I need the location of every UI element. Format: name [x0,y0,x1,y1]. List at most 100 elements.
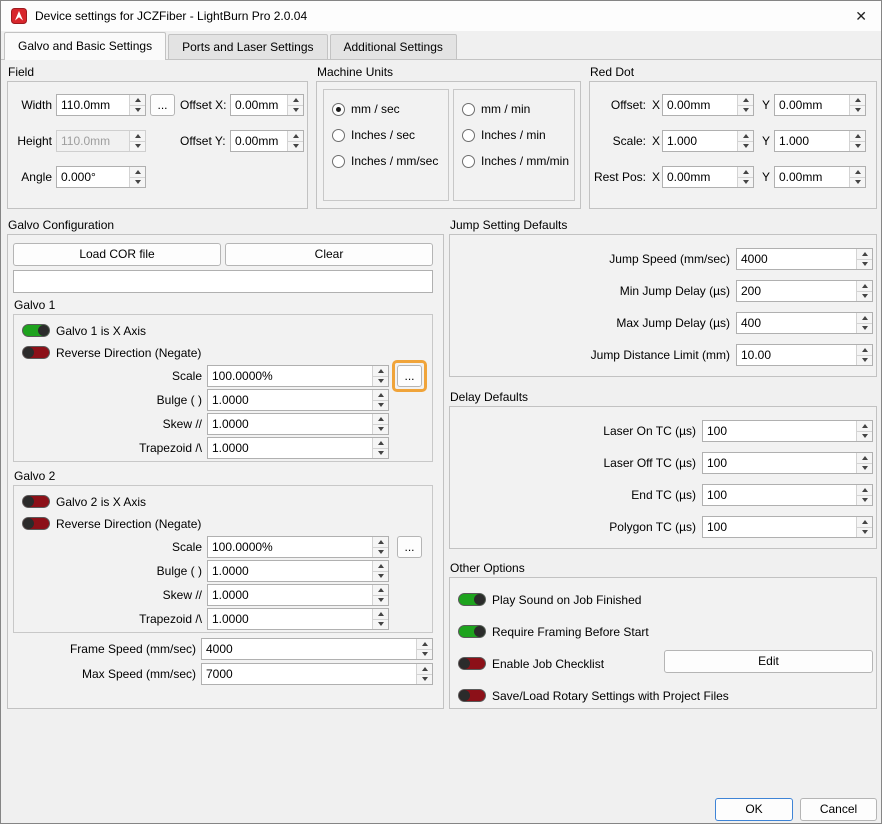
galvo1-title: Galvo 1 [14,297,55,313]
spinner-buttons[interactable] [856,249,872,269]
spinner-buttons[interactable] [856,517,872,537]
spinner-buttons[interactable] [287,131,303,151]
spinner-buttons[interactable] [856,421,872,441]
galvo2-reverse-toggle[interactable] [22,517,50,530]
tab-ports-laser[interactable]: Ports and Laser Settings [168,34,327,59]
spinner-buttons[interactable] [372,366,388,386]
spinner-buttons[interactable] [416,639,432,659]
spinner-buttons[interactable] [737,167,753,187]
max-jump-delay-spinbox[interactable]: 400 [736,312,873,334]
cancel-button[interactable]: Cancel [800,798,877,821]
reddot-offset-x-spinbox[interactable]: 0.00mm [662,94,754,116]
galvo1-trapezoid-spinbox[interactable]: 1.0000 [207,437,389,459]
galvo2-title: Galvo 2 [14,468,55,484]
spinner-buttons[interactable] [737,131,753,151]
galvo2-scale-spinbox[interactable]: 100.0000% [207,536,389,558]
spinner-buttons[interactable] [372,537,388,557]
reddot-scale-y-spinbox[interactable]: 1.000 [774,130,866,152]
spinner-buttons[interactable] [372,414,388,434]
spinner-buttons[interactable] [372,609,388,629]
field-offset-x-spinbox[interactable]: 0.00mm [230,94,304,116]
galvo1-bulge-spinbox[interactable]: 1.0000 [207,389,389,411]
machine-units-title: Machine Units [316,64,581,80]
laser-on-tc-spinbox[interactable]: 100 [702,420,873,442]
spinner-buttons[interactable] [416,664,432,684]
field-group-title: Field [7,64,308,80]
spinner-buttons[interactable] [372,585,388,605]
galvo2-trapezoid-label: Trapezoid /\ [74,608,202,630]
offset-y-label: Offset Y: [180,130,226,152]
galvo1-scale-spinbox[interactable]: 100.0000% [207,365,389,387]
field-offset-y-spinbox[interactable]: 0.00mm [230,130,304,152]
clear-cor-button[interactable]: Clear [225,243,433,266]
spinner-buttons[interactable] [856,485,872,505]
radio-mm-sec[interactable]: mm / sec [332,101,400,117]
field-width-spinbox[interactable]: 110.0mm [56,94,146,116]
galvo1-reverse-label: Reverse Direction (Negate) [56,342,201,364]
spinner-buttons[interactable] [372,438,388,458]
units-panel-min: mm / min Inches / min Inches / mm/min [453,89,575,201]
spinner-buttons[interactable] [737,95,753,115]
reddot-scale-x-value: 1.000 [663,131,737,151]
cor-path-input[interactable] [13,270,433,293]
spinner-buttons[interactable] [856,453,872,473]
reddot-restpos-y-value: 0.00mm [775,167,849,187]
require-framing-toggle[interactable] [458,625,486,638]
tab-galvo-basic[interactable]: Galvo and Basic Settings [4,32,166,60]
close-icon[interactable]: ✕ [851,8,871,25]
spinner-buttons[interactable] [856,281,872,301]
spinner-buttons[interactable] [129,95,145,115]
jump-distance-limit-spinbox[interactable]: 10.00 [736,344,873,366]
radio-inches-min[interactable]: Inches / min [462,127,546,143]
jump-defaults-box: Jump Speed (mm/sec) 4000 Min Jump Delay … [449,234,877,377]
play-sound-toggle[interactable] [458,593,486,606]
polygon-tc-spinbox[interactable]: 100 [702,516,873,538]
galvo1-reverse-toggle[interactable] [22,346,50,359]
galvo2-skew-spinbox[interactable]: 1.0000 [207,584,389,606]
reddot-restpos-y-spinbox[interactable]: 0.00mm [774,166,866,188]
radio-inches-mm-sec[interactable]: Inches / mm/sec [332,153,438,169]
galvo2-x-axis-toggle[interactable] [22,495,50,508]
min-jump-delay-spinbox[interactable]: 200 [736,280,873,302]
galvo1-skew-spinbox[interactable]: 1.0000 [207,413,389,435]
edit-checklist-button[interactable]: Edit [664,650,873,673]
field-offset-x-value: 0.00mm [231,95,287,115]
galvo2-trapezoid-spinbox[interactable]: 1.0000 [207,608,389,630]
spinner-buttons[interactable] [372,561,388,581]
galvo2-scale-browse-button[interactable]: ... [397,536,422,558]
delay-defaults-group: Delay Defaults Laser On TC (µs) 100 Lase… [449,389,877,549]
spinner-buttons[interactable] [849,131,865,151]
field-group: Field Width 110.0mm ... Offset X: 0.00mm… [7,64,308,209]
tab-additional[interactable]: Additional Settings [330,34,457,59]
reddot-scale-x-spinbox[interactable]: 1.000 [662,130,754,152]
laser-off-tc-spinbox[interactable]: 100 [702,452,873,474]
field-size-browse-button[interactable]: ... [150,94,175,116]
spinner-buttons[interactable] [856,345,872,365]
reddot-restpos-x-spinbox[interactable]: 0.00mm [662,166,754,188]
load-cor-button[interactable]: Load COR file [13,243,221,266]
radio-mm-min[interactable]: mm / min [462,101,530,117]
galvo1-x-axis-toggle[interactable] [22,324,50,337]
jump-speed-spinbox[interactable]: 4000 [736,248,873,270]
ok-button[interactable]: OK [715,798,793,821]
max-speed-spinbox[interactable]: 7000 [201,663,433,685]
galvo2-bulge-label: Bulge ( ) [74,560,202,582]
end-tc-spinbox[interactable]: 100 [702,484,873,506]
spinner-buttons[interactable] [856,313,872,333]
rotary-settings-toggle[interactable] [458,689,486,702]
reddot-offset-y-spinbox[interactable]: 0.00mm [774,94,866,116]
job-checklist-toggle[interactable] [458,657,486,670]
galvo2-bulge-spinbox[interactable]: 1.0000 [207,560,389,582]
radio-inches-mm-min[interactable]: Inches / mm/min [462,153,569,169]
spinner-buttons[interactable] [849,167,865,187]
galvo1-scale-browse-button[interactable]: ... [397,365,422,387]
field-angle-spinbox[interactable]: 0.000° [56,166,146,188]
spinner-buttons[interactable] [372,390,388,410]
frame-speed-spinbox[interactable]: 4000 [201,638,433,660]
spinner-buttons[interactable] [129,167,145,187]
require-framing-label: Require Framing Before Start [492,621,649,643]
spinner-buttons[interactable] [287,95,303,115]
radio-inches-sec[interactable]: Inches / sec [332,127,415,143]
spinner-buttons[interactable] [849,95,865,115]
galvo2-scale-value: 100.0000% [208,537,372,557]
